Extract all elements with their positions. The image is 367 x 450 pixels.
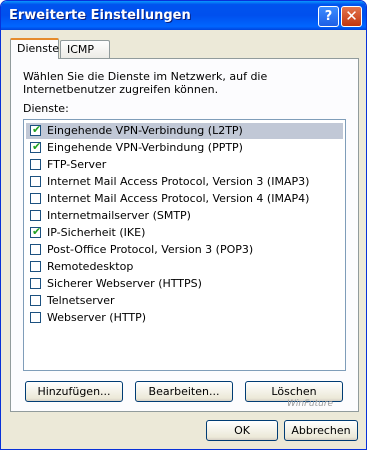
title-bar[interactable]: Erweiterte Einstellungen ? ✕ [1, 1, 366, 30]
services-listbox[interactable]: ✔ Eingehende VPN-Verbindung (L2TP) ✔ Eingeh… [23, 119, 346, 371]
service-label: Sicherer Webserver (HTTPS) [47, 277, 202, 290]
close-button[interactable]: ✕ [341, 6, 362, 27]
cancel-button[interactable]: Abbrechen [284, 420, 358, 441]
service-row[interactable]: FTP-Server [26, 157, 343, 173]
description-text: Wählen Sie die Dienste im Netzwerk, auf … [23, 70, 268, 96]
service-row[interactable]: ✔ Eingehende VPN-Verbindung (L2TP) [26, 123, 343, 139]
service-checkbox[interactable] [30, 193, 41, 204]
service-label: FTP-Server [47, 158, 107, 171]
service-row[interactable]: Post-Office Protocol, Version 3 (POP3) [26, 242, 343, 258]
service-checkbox[interactable] [30, 278, 41, 289]
service-row[interactable]: Internetmailserver (SMTP) [26, 208, 343, 224]
service-row[interactable]: ✔ Eingehende VPN-Verbindung (PPTP) [26, 140, 343, 156]
edit-button[interactable]: Bearbeiten... [135, 381, 233, 402]
checkmark-icon: ✔ [32, 225, 42, 238]
help-button[interactable]: ? [318, 6, 339, 27]
service-label: Telnetserver [47, 294, 115, 307]
service-label: Internet Mail Access Protocol, Version 3… [47, 175, 310, 188]
services-label: Dienste: [23, 102, 69, 115]
service-checkbox[interactable] [30, 244, 41, 255]
service-checkbox[interactable] [30, 261, 41, 272]
service-label: Remotedesktop [47, 260, 134, 273]
tab-panel: Wählen Sie die Dienste im Netzwerk, auf … [10, 58, 359, 412]
dialog-window: Erweiterte Einstellungen ? ✕ Dienste ICM… [0, 0, 367, 450]
service-label: Post-Office Protocol, Version 3 (POP3) [47, 243, 254, 256]
window-title: Erweiterte Einstellungen [9, 8, 191, 23]
tab-dienste[interactable]: Dienste [10, 38, 59, 59]
service-checkbox[interactable] [30, 176, 41, 187]
add-button[interactable]: Hinzufügen... [25, 381, 123, 402]
service-checkbox[interactable] [30, 295, 41, 306]
service-label: Eingehende VPN-Verbindung (PPTP) [47, 141, 243, 154]
service-label: Internet Mail Access Protocol, Version 4… [47, 192, 310, 205]
service-row[interactable]: Sicherer Webserver (HTTPS) [26, 276, 343, 292]
checkmark-icon: ✔ [32, 140, 42, 153]
service-row[interactable]: Webserver (HTTP) [26, 310, 343, 326]
ok-button[interactable]: OK [206, 420, 278, 441]
service-row[interactable]: Remotedesktop [26, 259, 343, 275]
service-row[interactable]: Internet Mail Access Protocol, Version 4… [26, 191, 343, 207]
service-checkbox[interactable]: ✔ [30, 225, 42, 238]
service-row[interactable]: Internet Mail Access Protocol, Version 3… [26, 174, 343, 190]
service-row[interactable]: ✔ IP-Sicherheit (IKE) [26, 225, 343, 241]
service-label: IP-Sicherheit (IKE) [47, 226, 146, 239]
watermark: WinFuture [287, 399, 334, 409]
service-label: Internetmailserver (SMTP) [47, 209, 191, 222]
service-checkbox[interactable]: ✔ [30, 123, 42, 136]
service-checkbox[interactable] [30, 210, 41, 221]
service-row[interactable]: Telnetserver [26, 293, 343, 309]
tab-icmp[interactable]: ICMP [60, 40, 110, 58]
service-checkbox[interactable] [30, 312, 41, 323]
service-label: Webserver (HTTP) [47, 311, 147, 324]
service-checkbox[interactable]: ✔ [30, 140, 42, 153]
service-label: Eingehende VPN-Verbindung (L2TP) [47, 124, 243, 137]
service-checkbox[interactable] [30, 159, 41, 170]
checkmark-icon: ✔ [32, 123, 42, 136]
